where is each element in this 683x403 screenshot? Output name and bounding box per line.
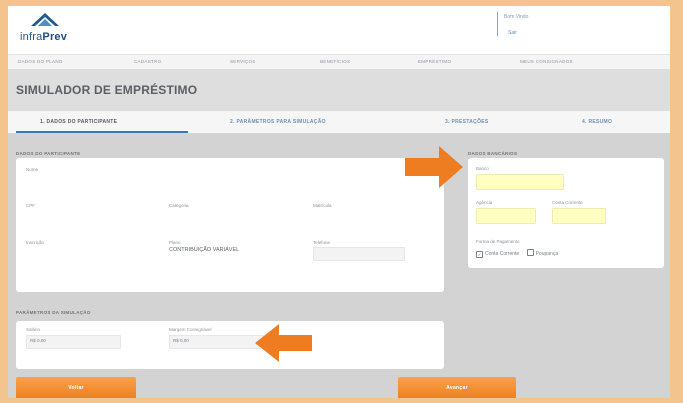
step-parametros-simulacao[interactable]: 2. PARÂMETROS PARA SIMULAÇÃO — [230, 119, 326, 125]
nav-item-meus-consignados[interactable]: MEUS CONSIGNADOS — [520, 59, 573, 64]
margem-label: Margem Consignável — [169, 327, 212, 332]
option-conta-corrente[interactable]: ✓ Conta Corrente — [476, 251, 520, 258]
app-window: infraPrev Bom Vindo Sair DADOS DO PLANO … — [8, 6, 670, 398]
salario-field[interactable]: R$ 0,00 — [26, 335, 121, 349]
forma-pagamento-label: Forma de Pagamento — [476, 239, 520, 244]
logout-link[interactable]: Sair — [508, 30, 517, 36]
active-step-indicator — [16, 131, 188, 133]
bank-section-title: DADOS BANCÁRIOS — [468, 151, 518, 156]
nav-item-emprestimo[interactable]: EMPRÉSTIMO — [418, 59, 451, 64]
agencia-field[interactable] — [476, 208, 536, 224]
main-nav: DADOS DO PLANO CADASTRO SERVIÇOS BENEFÍC… — [8, 54, 670, 70]
title-band: SIMULADOR DE EMPRÉSTIMO — [8, 69, 670, 111]
arrow-left-icon — [255, 324, 312, 362]
nome-label: Nome — [26, 167, 39, 172]
simulation-section-title: PARÂMETROS DA SIMULAÇÃO — [16, 310, 91, 315]
nav-item-servicos[interactable]: SERVIÇOS — [230, 59, 256, 64]
inscricao-label: Inscrição — [26, 240, 45, 245]
option-conta-corrente-label: Conta Corrente — [485, 251, 520, 257]
main-content: DADOS DO PARTICIPANTE Nome CPF Categoria… — [8, 134, 670, 398]
bank-card: Banco Agência Conta Corrente Forma de Pa… — [468, 158, 664, 268]
nav-item-beneficios[interactable]: BENEFÍCIOS — [320, 59, 350, 64]
salario-label: Salário — [26, 327, 41, 332]
margem-field[interactable]: R$ 0,00 — [169, 335, 264, 349]
telefone-label: Telefone — [313, 240, 331, 245]
wizard-steps: 1. DADOS DO PARTICIPANTE 2. PARÂMETROS P… — [8, 111, 670, 134]
step-dados-participante[interactable]: 1. DADOS DO PARTICIPANTE — [40, 119, 117, 125]
user-greeting: Bom Vindo — [504, 14, 529, 20]
simulation-card: Salário R$ 0,00 Margem Consignável R$ 0,… — [16, 321, 444, 369]
banco-label: Banco — [476, 166, 489, 171]
categoria-label: Categoria — [169, 203, 189, 208]
telefone-field[interactable] — [313, 247, 405, 261]
plano-value: CONTRIBUIÇÃO VARIÁVEL — [169, 247, 240, 253]
option-poupanca-label: Poupança — [535, 251, 559, 257]
checked-box-icon: ✓ — [476, 251, 483, 258]
nav-item-cadastro[interactable]: CADASTRO — [134, 59, 161, 64]
cpf-label: CPF — [26, 203, 35, 208]
pagamento-options: ✓ Conta Corrente Poupança — [476, 249, 558, 258]
next-button[interactable]: Avançar — [398, 377, 516, 398]
logo-icon — [31, 13, 59, 26]
step-prestacoes[interactable]: 3. PRESTAÇÕES — [445, 119, 489, 125]
conta-corrente-label: Conta Corrente — [552, 200, 583, 205]
option-poupanca[interactable]: Poupança — [526, 249, 559, 257]
agencia-label: Agência — [476, 200, 493, 205]
participant-section-title: DADOS DO PARTICIPANTE — [16, 151, 81, 156]
matricula-label: Matrícula — [313, 203, 332, 208]
conta-corrente-field[interactable] — [552, 208, 606, 224]
nav-item-dados-do-plano[interactable]: DADOS DO PLANO — [18, 59, 63, 64]
page-title: SIMULADOR DE EMPRÉSTIMO — [16, 83, 198, 97]
banco-field[interactable] — [476, 174, 564, 190]
user-divider — [497, 12, 498, 36]
participant-card: Nome CPF Categoria Matrícula Inscrição P… — [16, 158, 444, 292]
arrow-right-icon — [405, 146, 463, 188]
header: infraPrev Bom Vindo Sair — [8, 6, 670, 54]
plano-label: Plano — [169, 240, 181, 245]
step-resumo[interactable]: 4. RESUMO — [582, 119, 612, 125]
checkbox-icon — [526, 249, 534, 256]
back-button[interactable]: Voltar — [16, 377, 136, 398]
logo-text: infraPrev — [20, 31, 67, 43]
logo-prefix: infra — [20, 31, 43, 43]
logo-suffix: Prev — [42, 31, 68, 43]
